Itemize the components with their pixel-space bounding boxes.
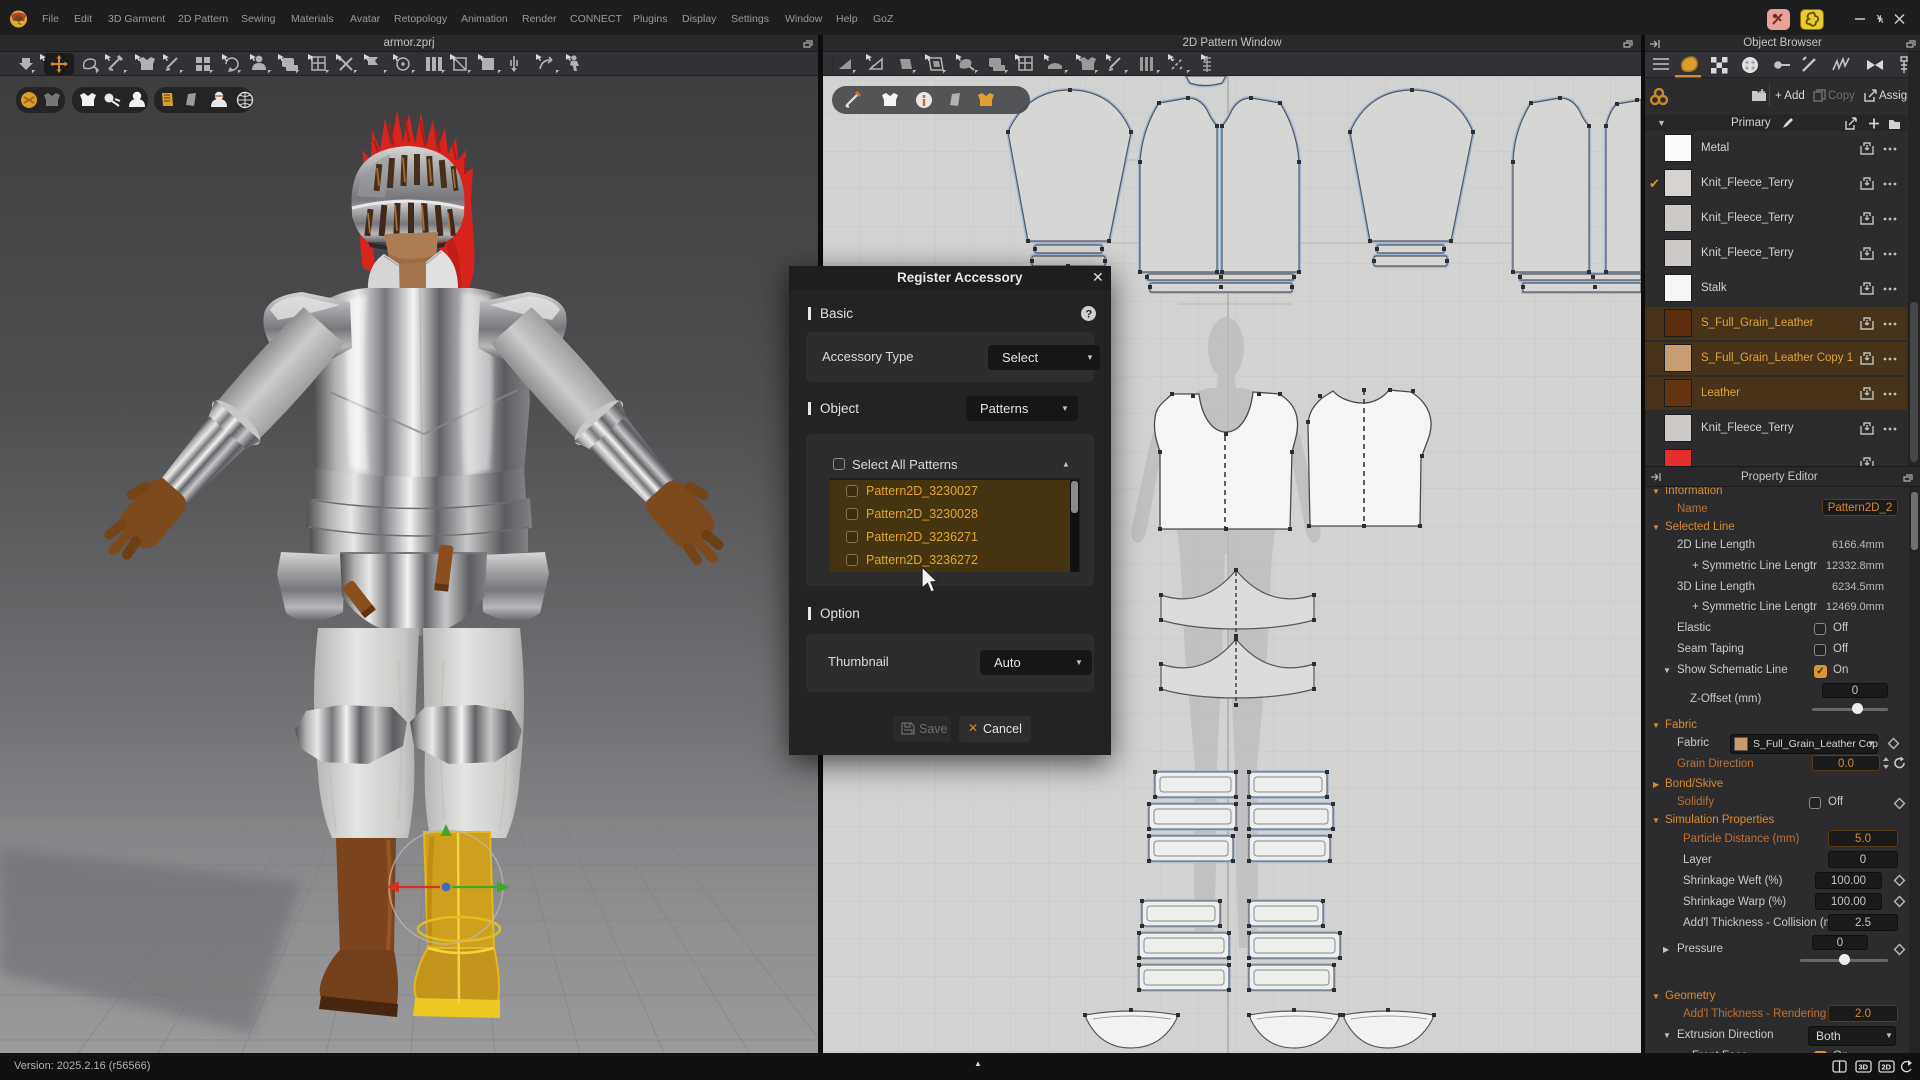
svg-text:2D: 2D — [1882, 1063, 1892, 1072]
svg-text:3D: 3D — [1859, 1063, 1869, 1072]
svg-text:?: ? — [1086, 309, 1093, 321]
